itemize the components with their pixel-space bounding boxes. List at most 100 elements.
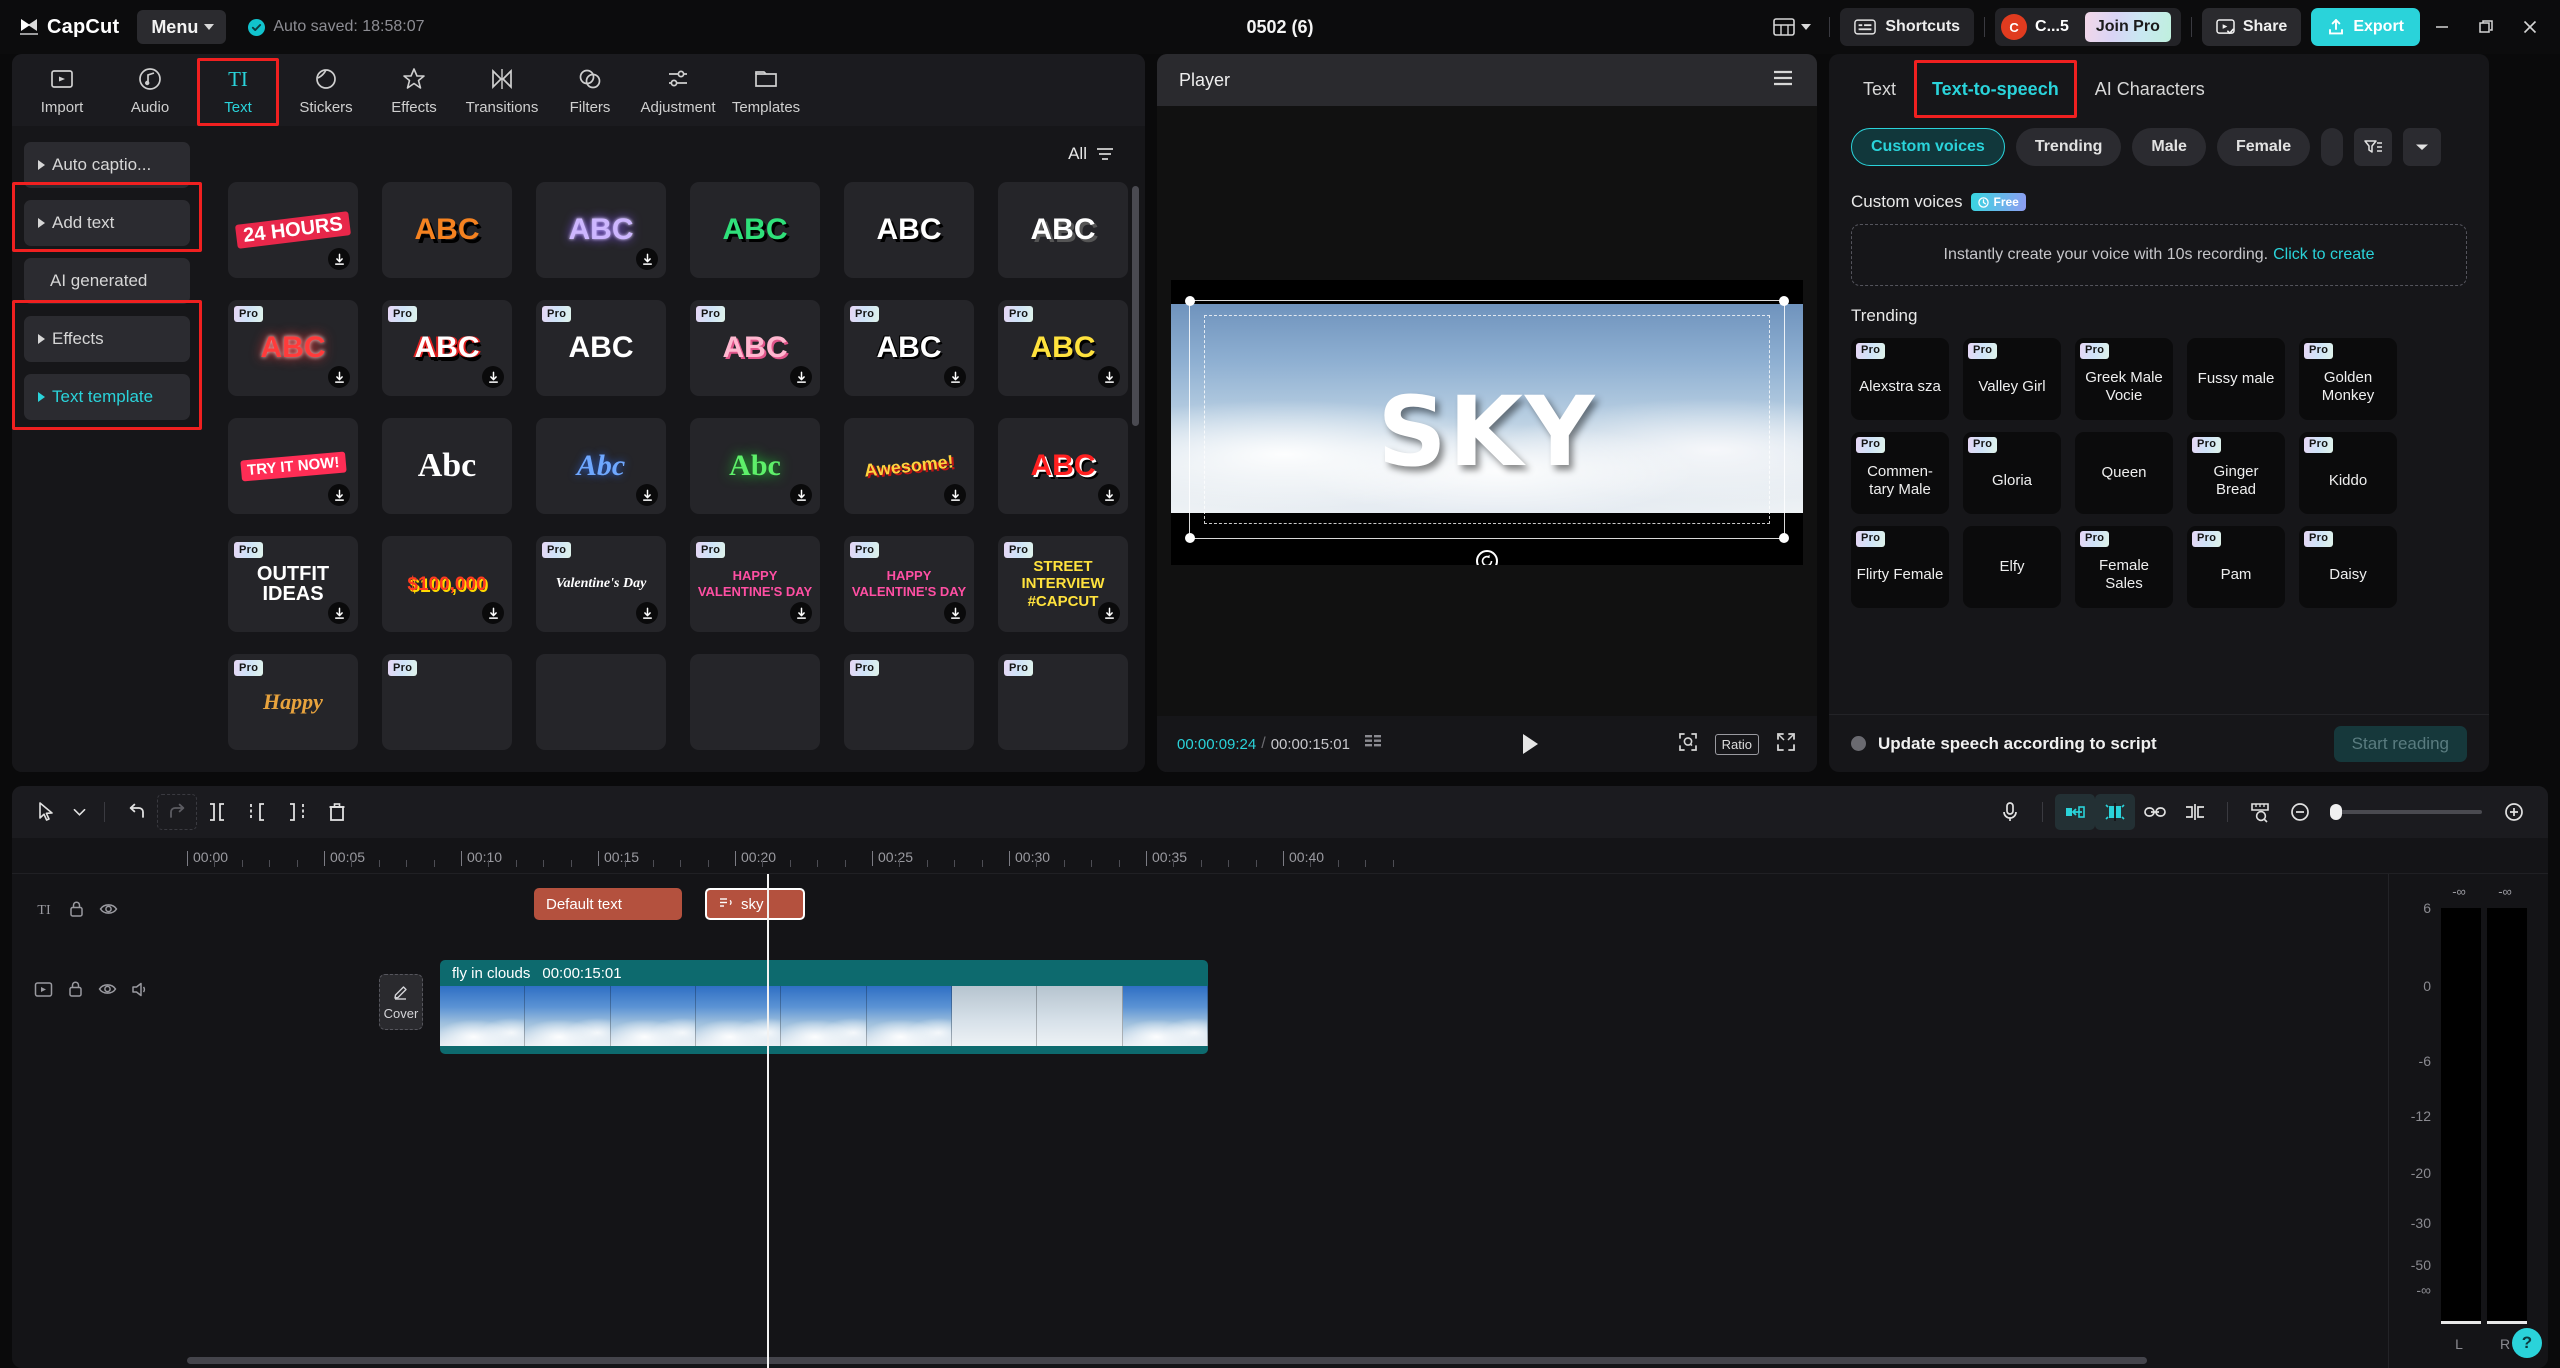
eye-icon[interactable] [98, 981, 117, 1002]
download-icon[interactable] [482, 602, 504, 624]
lock-icon[interactable] [67, 980, 84, 1003]
minimize-button[interactable] [2420, 7, 2464, 47]
template-card[interactable]: Awesome! [844, 418, 974, 514]
trim-right-icon[interactable] [277, 794, 317, 830]
download-icon[interactable] [944, 484, 966, 506]
chip-custom-voices[interactable]: Custom voices [1851, 128, 2005, 166]
zoom-in-icon[interactable] [2494, 794, 2534, 830]
auto-adjust-icon[interactable] [2055, 794, 2095, 830]
template-card[interactable]: TRY IT NOW! [228, 418, 358, 514]
tab-text[interactable]: Text [1845, 54, 1914, 124]
cover-button[interactable]: Cover [379, 974, 423, 1030]
template-card[interactable]: Pro ABC [844, 300, 974, 396]
share-button[interactable]: Share [2201, 8, 2302, 46]
clip-sky-text[interactable]: sky [705, 888, 805, 920]
clip-default-text[interactable]: Default text [534, 888, 682, 920]
download-icon[interactable] [328, 602, 350, 624]
voice-card[interactable]: Pro Ginger Bread [2187, 432, 2285, 514]
download-icon[interactable] [636, 248, 658, 270]
voice-card[interactable]: Pro Daisy [2299, 526, 2397, 608]
template-card[interactable]: ABC [536, 182, 666, 278]
timeline-ruler[interactable]: 00:00 00:05 00:10 00:15 00:20 00:25 00:30 00:35… [12, 838, 2548, 874]
tab-ai-characters[interactable]: AI Characters [2077, 54, 2223, 124]
clip-fly-in-clouds[interactable]: fly in clouds 00:00:15:01 [440, 960, 1208, 1054]
start-reading-button[interactable]: Start reading [2333, 725, 2467, 762]
eye-icon[interactable] [99, 901, 118, 922]
play-button[interactable] [1384, 732, 1677, 756]
mic-icon[interactable] [1990, 794, 2030, 830]
download-icon[interactable] [328, 484, 350, 506]
sidebar-item-text-template[interactable]: Text template [24, 374, 190, 420]
nav-tab-audio[interactable]: Audio [106, 56, 194, 124]
chip-overflow[interactable] [2321, 128, 2344, 166]
chip-trending[interactable]: Trending [2015, 128, 2122, 166]
zoom-slider[interactable] [2330, 804, 2482, 820]
chevron-down-icon[interactable] [66, 794, 92, 830]
layout-button[interactable] [1765, 10, 1819, 44]
lock-icon[interactable] [68, 900, 85, 923]
nav-tab-text[interactable]: TI Text [194, 56, 282, 126]
playhead[interactable] [767, 874, 769, 1368]
voice-card[interactable]: Pro Gloria [1963, 432, 2061, 514]
resize-handle-br[interactable] [1779, 532, 1789, 543]
volume-icon[interactable] [131, 981, 150, 1003]
template-card[interactable]: Pro ABC [228, 300, 358, 396]
download-icon[interactable] [790, 484, 812, 506]
nav-tab-templates[interactable]: Templates [722, 56, 810, 124]
maximize-button[interactable] [2464, 7, 2508, 47]
menu-button[interactable]: Menu [137, 10, 227, 44]
text-selection-box[interactable] [1185, 295, 1789, 565]
hamburger-icon[interactable] [1771, 69, 1795, 92]
voice-card[interactable]: Elfy [1963, 526, 2061, 608]
zoom-out-icon[interactable] [2280, 794, 2320, 830]
resize-handle-bl[interactable] [1185, 532, 1195, 543]
template-card[interactable]: Abc [382, 418, 512, 514]
download-icon[interactable] [1098, 602, 1120, 624]
link-icon[interactable] [2135, 794, 2175, 830]
voice-card[interactable]: Fussy male [2187, 338, 2285, 420]
download-icon[interactable] [1098, 366, 1120, 388]
update-speech-checkbox[interactable] [1851, 736, 1866, 751]
voice-card[interactable]: Pro Greek Male Vocie [2075, 338, 2173, 420]
nav-tab-transitions[interactable]: Transitions [458, 56, 546, 124]
delete-icon[interactable] [317, 794, 357, 830]
fullscreen-icon[interactable] [1775, 731, 1797, 758]
voice-card[interactable]: Queen [2075, 432, 2173, 514]
resize-handle-tr[interactable] [1779, 295, 1789, 306]
account-button[interactable]: C C...5 Join Pro [1995, 8, 2181, 46]
download-icon[interactable] [790, 366, 812, 388]
template-card[interactable]: Pro [382, 654, 512, 750]
template-grid[interactable]: 24 HOURS ABC ABC ABC ABC ABC Pro ABC Pro ABC Pro AB… [202, 182, 1145, 772]
template-card[interactable]: Pro OUTFIT IDEAS [228, 536, 358, 632]
chip-male[interactable]: Male [2132, 128, 2206, 166]
sidebar-item-auto-captions[interactable]: Auto captio... [24, 142, 190, 188]
trim-left-icon[interactable] [237, 794, 277, 830]
nav-tab-adjustment[interactable]: Adjustment [634, 56, 722, 124]
resize-handle-tl[interactable] [1185, 295, 1195, 306]
zoom-slider-knob[interactable] [2330, 804, 2342, 820]
download-icon[interactable] [790, 602, 812, 624]
template-card[interactable] [690, 654, 820, 750]
template-card[interactable]: Pro ABC [998, 300, 1128, 396]
voice-card[interactable]: Pro Alexstra sza [1851, 338, 1949, 420]
download-icon[interactable] [944, 602, 966, 624]
chevron-down-icon[interactable] [2403, 128, 2442, 166]
ruler-icon[interactable] [2240, 794, 2280, 830]
template-card[interactable]: Pro Happy [228, 654, 358, 750]
voice-grid[interactable]: Pro Alexstra sza Pro Valley Girl Pro Greek Ma… [1851, 338, 2467, 608]
template-card[interactable]: Pro [844, 654, 974, 750]
template-scrollbar[interactable] [1132, 186, 1139, 426]
tab-text-to-speech[interactable]: Text-to-speech [1914, 54, 2077, 124]
redo-icon[interactable] [157, 794, 197, 830]
sidebar-item-effects[interactable]: Effects [24, 316, 190, 362]
template-card[interactable]: 24 HOURS [228, 182, 358, 278]
download-icon[interactable] [636, 484, 658, 506]
timeline-horizontal-scrollbar[interactable] [187, 1357, 2147, 1364]
join-pro-button[interactable]: Join Pro [2084, 12, 2171, 42]
template-card[interactable]: Pro HAPPY VALENTINE'S DAY [844, 536, 974, 632]
close-button[interactable] [2508, 7, 2552, 47]
download-icon[interactable] [328, 366, 350, 388]
list-icon[interactable] [1364, 734, 1384, 755]
zoom-fit-icon[interactable] [1677, 731, 1699, 758]
template-card[interactable]: ABC [998, 182, 1128, 278]
